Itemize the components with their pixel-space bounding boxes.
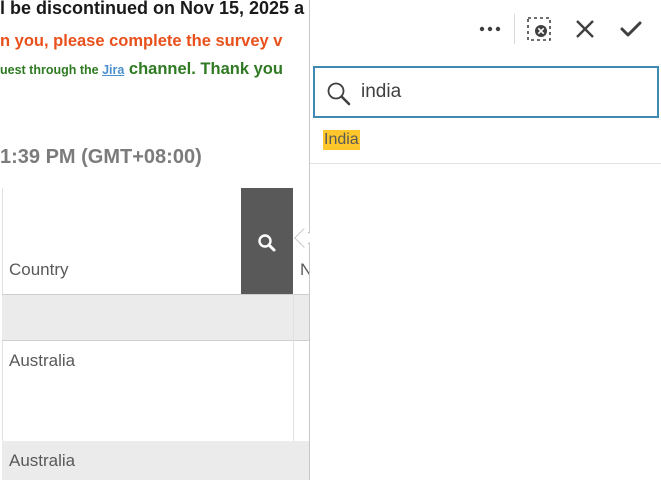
jira-link[interactable]: Jira [102, 63, 124, 77]
column-header-label: Country [9, 260, 69, 279]
table-cell[interactable]: Australia [9, 451, 75, 471]
listbox-search-input[interactable] [361, 78, 641, 106]
confirm-selection-button[interactable] [614, 12, 648, 46]
more-options-button[interactable] [473, 12, 507, 46]
list-item[interactable]: India [310, 122, 661, 164]
notice-line-2: n you, please complete the survey v [0, 32, 283, 50]
clear-selection-button[interactable] [522, 12, 556, 46]
table-row-empty [2, 295, 309, 340]
table-row: Australia [2, 441, 309, 480]
notice-line-1: l be discontinued on Nov 15, 2025 a [0, 0, 305, 18]
table-cell[interactable]: Australia [9, 351, 75, 371]
ellipsis-icon [479, 26, 501, 32]
column-search-button[interactable] [241, 188, 293, 294]
close-icon [576, 20, 594, 38]
listbox-search-field[interactable] [313, 66, 659, 118]
last-reload-timestamp: 1:39 PM (GMT+08:00) [0, 146, 202, 168]
toolbar-separator [514, 14, 515, 44]
data-table: Country N Australia Australia [0, 188, 309, 480]
column-header-country[interactable]: Country [2, 188, 241, 294]
row-divider [2, 340, 309, 341]
listbox-popover: India [309, 0, 661, 480]
cancel-selection-button[interactable] [568, 12, 602, 46]
notice-line-3-thanks: channel. Thank you [124, 60, 283, 78]
column-header-label-next: N [300, 260, 309, 279]
checkmark-icon [620, 21, 642, 37]
listbox-toolbar [310, 0, 661, 60]
notice-line-3-text: uest through the [0, 63, 103, 77]
clear-selection-icon [527, 17, 551, 41]
list-item-label: India [323, 130, 360, 150]
search-icon [327, 82, 351, 106]
notice-line-3: uest through the Jira channel. Thank you [0, 60, 283, 79]
background-page: l be discontinued on Nov 15, 2025 a n yo… [0, 0, 309, 480]
search-icon [258, 234, 276, 252]
